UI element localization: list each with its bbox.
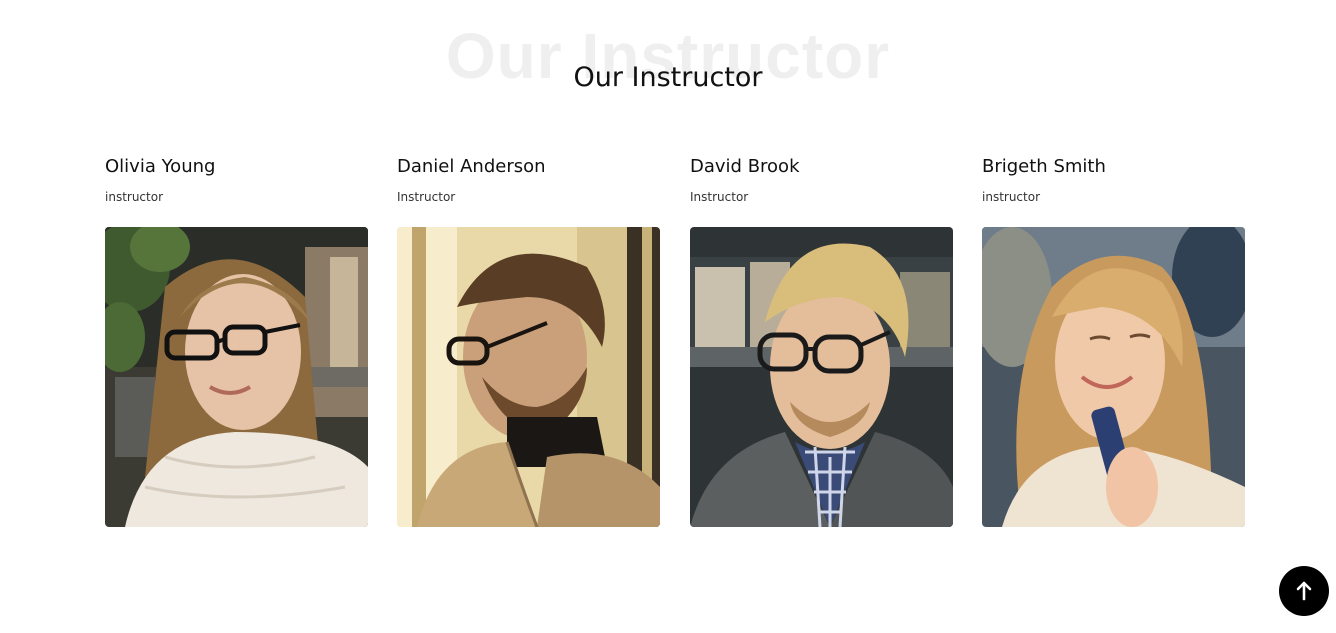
instructor-role: instructor: [982, 190, 1041, 204]
arrow-up-icon: [1296, 581, 1312, 601]
photo-man-beard: [397, 227, 660, 527]
instructor-card[interactable]: David Brook Instructor: [690, 155, 953, 527]
instructor-photo[interactable]: [690, 227, 953, 527]
instructor-photo[interactable]: [982, 227, 1245, 527]
photo-woman-phone: [982, 227, 1245, 527]
photo-man-blond: [690, 227, 953, 527]
instructor-name[interactable]: David Brook: [690, 155, 953, 179]
instructor-role: Instructor: [690, 190, 749, 204]
photo-woman-glasses: [105, 227, 368, 527]
instructor-card[interactable]: Brigeth Smith instructor: [982, 155, 1245, 527]
instructor-name[interactable]: Daniel Anderson: [397, 155, 660, 179]
instructors-section: Our Instructor Our Instructor Olivia You…: [0, 0, 1336, 633]
instructor-photo[interactable]: [105, 227, 368, 527]
instructor-role: Instructor: [397, 190, 456, 204]
instructor-card[interactable]: Olivia Young instructor: [105, 155, 368, 527]
instructor-photo[interactable]: [397, 227, 660, 527]
instructor-card[interactable]: Daniel Anderson Instructor: [397, 155, 660, 527]
scroll-to-top-button[interactable]: [1279, 566, 1329, 616]
instructor-name[interactable]: Olivia Young: [105, 155, 368, 179]
instructor-name[interactable]: Brigeth Smith: [982, 155, 1245, 179]
section-title: Our Instructor: [573, 62, 763, 93]
instructor-role: instructor: [105, 190, 164, 204]
